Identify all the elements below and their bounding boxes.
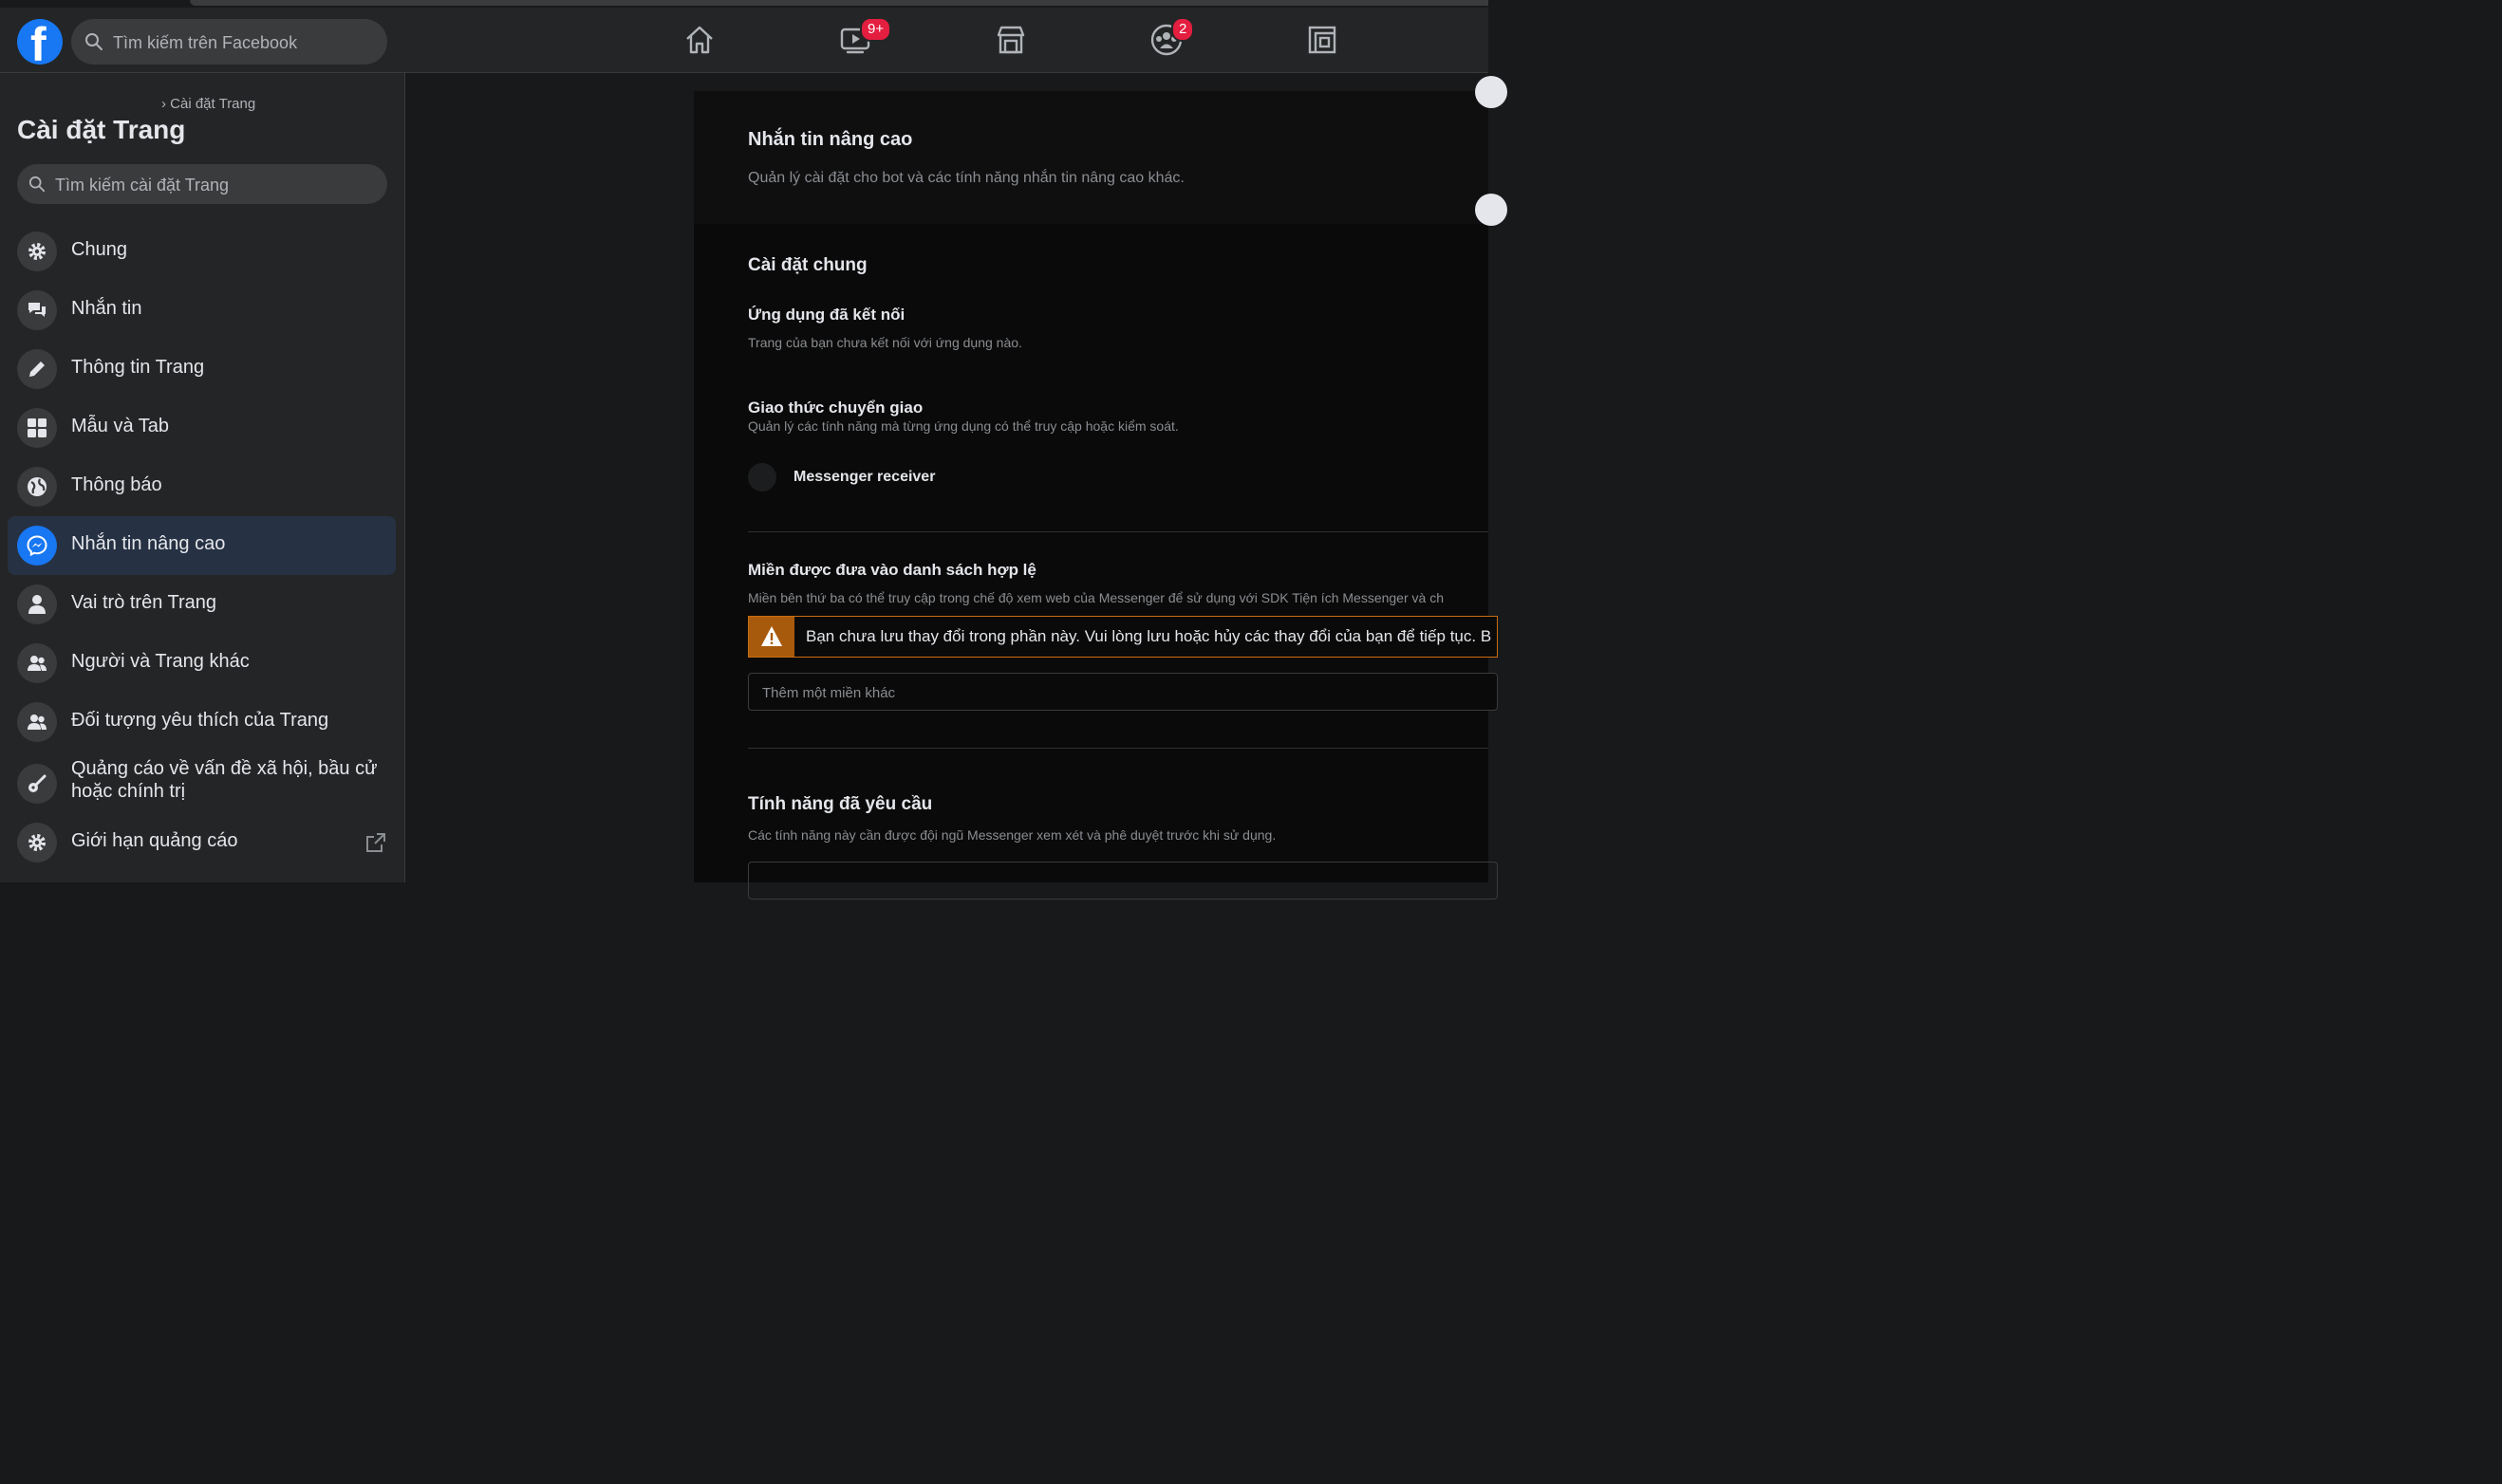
connected-apps-title: Ứng dụng đã kết nối [748,306,906,324]
facebook-logo-icon[interactable]: f [17,18,63,71]
gaming-icon[interactable] [1305,23,1339,57]
sidebar-item-preferred-audience[interactable]: Đối tượng yêu thích của Trang [8,693,396,751]
handover-protocol-description: Quản lý các tính năng mà từng ứng dụng c… [748,418,1179,434]
globe-icon [17,467,57,507]
people-icon [17,643,57,683]
sidebar-item-label: Nhắn tin nâng cao [71,533,226,554]
settings-search-box[interactable] [17,164,387,206]
people-icon [17,702,57,742]
guitar-icon [17,764,57,804]
sidebar-item-general[interactable]: Chung [8,222,396,281]
messenger-receiver-label: Messenger receiver [794,469,936,485]
sidebar-item-messaging[interactable]: Nhắn tin [8,281,396,340]
requested-features-description: Các tính năng này cần được đội ngũ Messe… [748,827,1277,843]
advanced-messaging-panel: Nhắn tin nâng cao Quản lý cài đặt cho bo… [694,76,1507,900]
sidebar-item-label: Mẫu và Tab [71,416,170,436]
home-icon[interactable] [682,23,717,57]
whitelisted-domains-description: Miền bên thứ ba có thể truy cập trong ch… [748,590,1444,605]
sidebar-item-label: Nhắn tin [71,298,142,319]
sidebar-item-label: Quảng cáo về vấn đề xã hội, bầu cử hoặc … [71,758,378,802]
add-domain-input[interactable] [760,674,1485,712]
sidebar-item-page-info[interactable]: Thông tin Trang [8,340,396,399]
external-link-icon[interactable] [365,832,386,853]
search-icon [85,33,103,50]
facebook-search-box[interactable] [71,19,387,66]
page-settings-sidebar: › Cài đặt Trang Cài đặt Trang Chung Nhắn… [0,73,405,882]
panel-edge-button[interactable] [1475,76,1507,108]
sidebar-item-label: Đối tượng yêu thích của Trang [71,710,329,731]
requested-features-title: Tính năng đã yêu cầu [748,794,933,814]
settings-search-input[interactable] [53,164,380,206]
messenger-receiver-avatar [748,463,776,492]
sidebar-item-page-roles[interactable]: Vai trò trên Trang [8,575,396,634]
add-domain-field[interactable] [748,673,1498,712]
general-settings-title: Cài đặt chung [748,255,868,275]
sidebar-item-advanced-messaging[interactable]: Nhắn tin nâng cao [8,516,396,575]
unsaved-changes-warning: Bạn chưa lưu thay đổi trong phần này. Vu… [748,616,1498,658]
gear-icon [17,232,57,271]
whitelisted-domains-title: Miền được đưa vào danh sách hợp lệ [748,561,1036,579]
warning-icon [749,617,794,657]
sidebar-item-ad-limits[interactable]: Giới hạn quảng cáo [8,813,396,872]
sidebar-item-label: Vai trò trên Trang [71,592,217,613]
browser-chrome-strip [190,0,1488,6]
window-top-edge [0,0,1488,8]
search-icon [28,176,46,193]
facebook-search-input[interactable] [111,19,381,66]
sidebar-title: Cài đặt Trang [17,115,186,144]
panel-header: Nhắn tin nâng cao Quản lý cài đặt cho bo… [694,91,1488,224]
section-divider [748,748,1488,749]
page-title: Nhắn tin nâng cao [748,129,913,150]
messenger-icon [17,526,57,566]
top-navigation-bar: f 9+ 2 [0,8,1488,73]
sidebar-item-notifications[interactable]: Thông báo [8,457,396,516]
chat-bubbles-icon [17,290,57,330]
handover-protocol-title: Giao thức chuyển giao [748,399,924,417]
sidebar-item-social-issue-ads[interactable]: Quảng cáo về vấn đề xã hội, bầu cử hoặc … [8,751,396,816]
connected-apps-description: Trang của bạn chưa kết nối với ứng dụng … [748,335,1022,350]
sidebar-item-people-other-pages[interactable]: Người và Trang khác [8,634,396,693]
sidebar-item-templates-tabs[interactable]: Mẫu và Tab [8,399,396,457]
sidebar-item-label: Người và Trang khác [71,651,250,672]
panel-edge-button[interactable] [1475,194,1507,226]
section-divider [748,531,1488,532]
breadcrumb[interactable]: › Cài đặt Trang [161,96,255,112]
watch-notification-badge: 9+ [860,17,892,42]
page-subtitle: Quản lý cài đặt cho bot và các tính năng… [748,170,1185,186]
requested-features-box [748,862,1498,900]
grid-icon [17,408,57,448]
sidebar-item-label: Thông báo [71,474,162,495]
sidebar-item-label: Thông tin Trang [71,357,205,378]
sidebar-item-label: Chung [71,239,127,260]
warning-message: Bạn chưa lưu thay đổi trong phần này. Vu… [806,627,1492,645]
gear-icon [17,823,57,863]
pencil-icon [17,349,57,389]
groups-notification-badge: 2 [1171,17,1195,42]
person-icon [17,584,57,624]
marketplace-icon[interactable] [994,23,1028,57]
sidebar-item-label: Giới hạn quảng cáo [71,830,238,851]
